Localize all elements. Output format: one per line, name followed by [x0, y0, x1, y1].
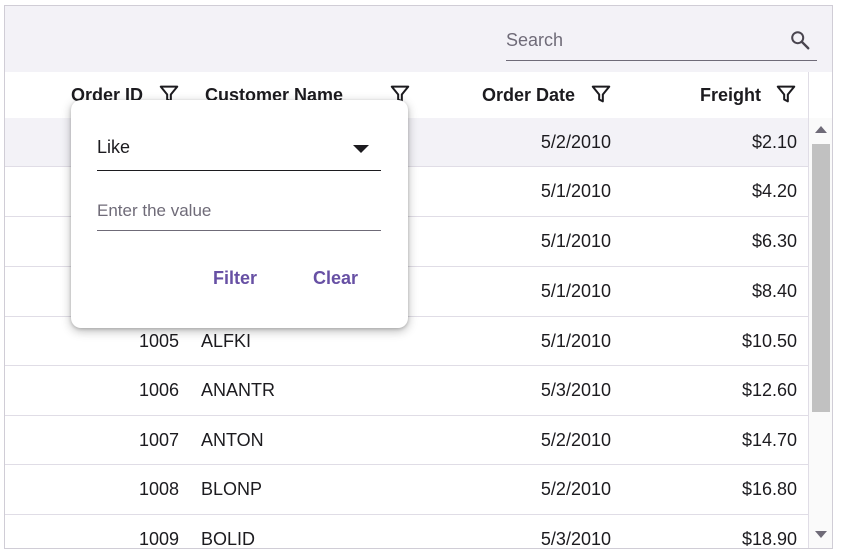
- filter-value-input[interactable]: [97, 194, 377, 228]
- order-date-cell: 5/3/2010: [540, 380, 611, 400]
- freight-cell: $2.10: [751, 132, 797, 152]
- freight-cell: $6.30: [751, 231, 797, 251]
- order-date-cell: 5/1/2010: [540, 331, 611, 351]
- vertical-scrollbar[interactable]: [808, 118, 832, 548]
- order-date-cell: 5/2/2010: [540, 132, 611, 152]
- clear-button[interactable]: Clear: [305, 262, 366, 294]
- search-icon[interactable]: [789, 29, 811, 51]
- column-header-label: Freight: [700, 84, 761, 105]
- table-row[interactable]: 1008 BLONP 5/2/2010 $16.80: [5, 465, 808, 515]
- freight-cell: $4.20: [751, 181, 797, 201]
- freight-cell: $8.40: [751, 281, 797, 301]
- filter-icon[interactable]: [590, 83, 612, 105]
- order-date-cell: 5/1/2010: [540, 281, 611, 301]
- column-header-freight[interactable]: Freight: [615, 72, 761, 118]
- freight-cell: $16.80: [741, 479, 797, 499]
- filter-popup: Like Filter Clear: [71, 100, 408, 328]
- order-date-cell: 5/2/2010: [540, 479, 611, 499]
- filter-operator-dropdown[interactable]: Like: [97, 130, 381, 171]
- chevron-down-icon[interactable]: [353, 145, 369, 153]
- grid-toolbar: [5, 6, 832, 73]
- customer-name-cell: BLONP: [201, 479, 263, 499]
- order-id-cell: 1008: [138, 479, 179, 499]
- freight-cell: $18.90: [741, 529, 797, 549]
- order-date-cell: 5/1/2010: [540, 181, 611, 201]
- order-date-cell: 5/3/2010: [540, 529, 611, 549]
- filter-operator-value: Like: [97, 137, 131, 157]
- order-id-cell: 1006: [138, 380, 179, 400]
- freight-cell: $14.70: [741, 430, 797, 450]
- scrollbar-thumb[interactable]: [812, 144, 830, 412]
- filter-value-field[interactable]: [97, 194, 381, 231]
- order-date-cell: 5/2/2010: [540, 430, 611, 450]
- filter-icon[interactable]: [775, 83, 797, 105]
- freight-cell: $12.60: [741, 380, 797, 400]
- scroll-down-icon[interactable]: [815, 531, 827, 538]
- table-row[interactable]: 1007 ANTON 5/2/2010 $14.70: [5, 416, 808, 465]
- order-id-cell: 1009: [138, 529, 179, 549]
- filter-button[interactable]: Filter: [205, 262, 265, 294]
- order-date-cell: 5/1/2010: [540, 231, 611, 251]
- column-header-order-date[interactable]: Order Date: [405, 72, 575, 118]
- search-box[interactable]: [506, 22, 817, 61]
- scroll-up-icon[interactable]: [815, 126, 827, 133]
- customer-name-cell: ANANTR: [201, 380, 276, 400]
- order-id-cell: 1007: [138, 430, 179, 450]
- table-row[interactable]: 1009 BOLID 5/3/2010 $18.90: [5, 515, 808, 549]
- freight-cell: $10.50: [741, 331, 797, 351]
- customer-name-cell: BOLID: [201, 529, 256, 549]
- customer-name-cell: ANTON: [201, 430, 264, 450]
- table-row[interactable]: 1006 ANANTR 5/3/2010 $12.60: [5, 366, 808, 416]
- column-header-label: Order Date: [481, 84, 575, 105]
- search-input[interactable]: [506, 22, 776, 58]
- header-scroll-spacer: [808, 72, 832, 119]
